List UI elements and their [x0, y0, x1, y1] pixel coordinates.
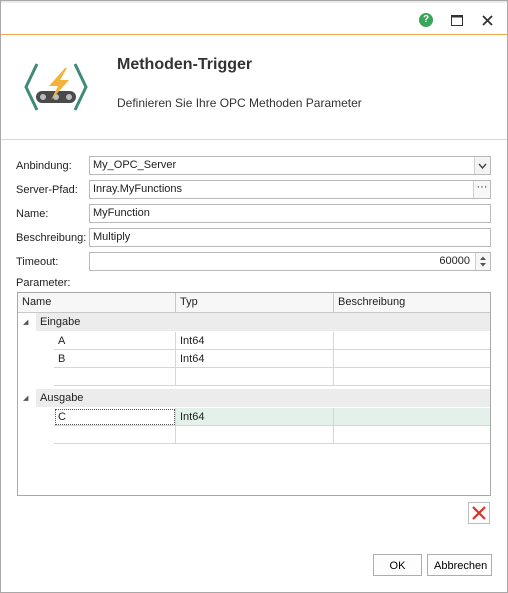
group-row-output[interactable]: Ausgabe: [36, 389, 490, 407]
group-label: Eingabe: [40, 316, 81, 328]
name-label: Name:: [16, 208, 49, 220]
ok-button[interactable]: OK: [373, 554, 422, 576]
dialog-title: Methoden-Trigger: [117, 56, 253, 73]
timeout-value: 60000: [439, 255, 470, 267]
binding-value: My_OPC_Server: [93, 159, 177, 171]
timeout-label: Timeout:: [16, 256, 59, 268]
param-name-cell[interactable]: [54, 426, 176, 444]
param-description-cell[interactable]: [334, 350, 490, 368]
table-row-new[interactable]: [54, 368, 490, 386]
close-icon[interactable]: [479, 12, 495, 28]
collapse-triangle-icon[interactable]: ◢: [23, 394, 33, 404]
table-row[interactable]: A Int64: [54, 332, 490, 350]
server-path-value: Inray.MyFunctions: [93, 183, 183, 195]
param-name-cell[interactable]: [54, 368, 176, 386]
binding-label: Anbindung:: [16, 160, 72, 172]
column-header-description[interactable]: Beschreibung: [334, 293, 490, 312]
group-label: Ausgabe: [40, 392, 84, 404]
param-type-cell[interactable]: [176, 426, 334, 444]
param-name-cell[interactable]: C: [54, 408, 176, 426]
header-separator: [1, 139, 507, 140]
grid-header: Name Typ Beschreibung: [18, 293, 490, 313]
table-row-selected[interactable]: C Int64: [54, 408, 490, 426]
server-path-label: Server-Pfad:: [16, 184, 78, 196]
name-value: MyFunction: [93, 207, 150, 219]
param-name-cell[interactable]: B: [54, 350, 176, 368]
title-accent-line: [1, 34, 507, 35]
group-row-input[interactable]: Eingabe: [36, 313, 490, 331]
help-icon[interactable]: ?: [418, 12, 434, 28]
param-name-cell[interactable]: A: [54, 332, 176, 350]
delete-icon: [472, 506, 486, 520]
table-row-new[interactable]: [54, 426, 490, 444]
chevron-down-icon[interactable]: [474, 157, 490, 174]
description-value: Multiply: [93, 231, 131, 243]
dialog: ? Methoden-Trigger Definieren Sie Ihre O…: [0, 0, 508, 593]
param-type-cell[interactable]: [176, 368, 334, 386]
maximize-icon[interactable]: [449, 12, 465, 28]
description-label: Beschreibung:: [16, 232, 87, 244]
param-type-cell[interactable]: Int64: [176, 332, 334, 350]
parameters-label: Parameter:: [16, 277, 71, 289]
param-description-cell[interactable]: [334, 426, 490, 444]
column-header-name[interactable]: Name: [18, 293, 176, 312]
title-bar: ?: [1, 3, 507, 33]
binding-combobox[interactable]: My_OPC_Server: [89, 156, 491, 175]
table-row[interactable]: B Int64: [54, 350, 490, 368]
collapse-triangle-icon[interactable]: ◢: [23, 318, 33, 328]
cancel-button[interactable]: Abbrechen: [427, 554, 492, 576]
trigger-logo-icon: [24, 63, 88, 111]
param-description-cell[interactable]: [334, 368, 490, 386]
parameter-grid[interactable]: Name Typ Beschreibung ◢ Eingabe A Int64 …: [17, 292, 491, 496]
browse-button[interactable]: ···: [473, 181, 490, 198]
param-description-cell[interactable]: [334, 408, 490, 426]
dialog-subtitle: Definieren Sie Ihre OPC Methoden Paramet…: [117, 96, 362, 110]
delete-button[interactable]: [468, 502, 490, 524]
timeout-spinner[interactable]: 60000: [89, 252, 491, 271]
param-description-cell[interactable]: [334, 332, 490, 350]
description-field[interactable]: Multiply: [89, 228, 491, 247]
param-type-cell[interactable]: Int64: [176, 350, 334, 368]
param-type-cell[interactable]: Int64: [176, 408, 334, 426]
name-field[interactable]: MyFunction: [89, 204, 491, 223]
column-header-type[interactable]: Typ: [176, 293, 334, 312]
spin-updown-icon[interactable]: [475, 253, 490, 270]
server-path-field[interactable]: Inray.MyFunctions ···: [89, 180, 491, 199]
